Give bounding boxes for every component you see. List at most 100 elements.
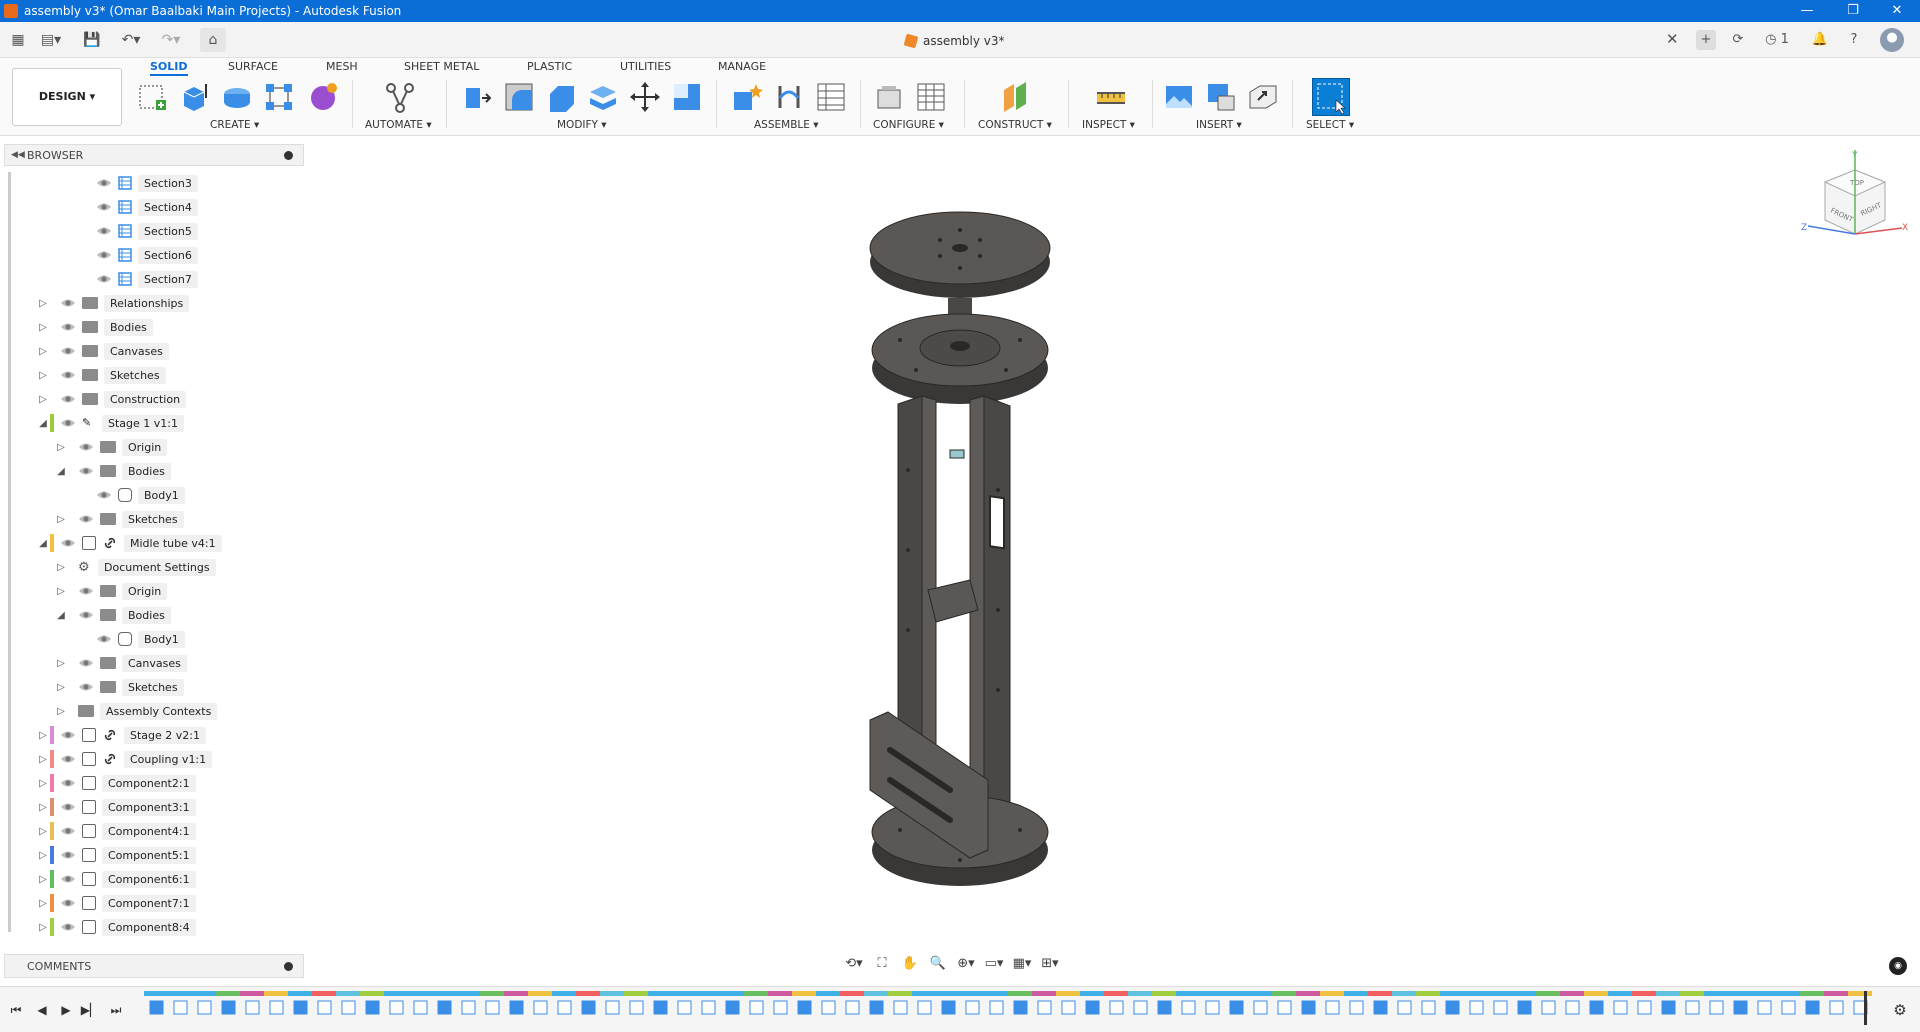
browser-node[interactable]: ▷ ⚙ Document Settings bbox=[54, 556, 216, 578]
extrude-icon[interactable] bbox=[178, 80, 212, 114]
user-avatar[interactable]: ● bbox=[1880, 28, 1904, 52]
timeline-feature-icon[interactable] bbox=[672, 991, 696, 1015]
visibility-eye-icon[interactable] bbox=[60, 897, 76, 909]
browser-node[interactable]: ▷ Component3:1 bbox=[36, 796, 196, 818]
timeline-feature-icon[interactable] bbox=[1032, 991, 1056, 1015]
create-form-icon[interactable] bbox=[306, 80, 340, 114]
home-icon[interactable]: ⌂ bbox=[200, 28, 226, 52]
browser-node[interactable]: ▷ Canvases bbox=[54, 652, 187, 674]
timeline-feature-icon[interactable] bbox=[1488, 991, 1512, 1015]
expand-arrow-icon[interactable]: ▷ bbox=[36, 370, 50, 381]
zoom-icon[interactable]: 🔍 bbox=[926, 954, 950, 974]
timeline-feature-icon[interactable] bbox=[1296, 991, 1320, 1015]
fit-icon[interactable]: ⊕▾ bbox=[954, 954, 978, 974]
timeline-feature-icon[interactable] bbox=[1752, 991, 1776, 1015]
expand-arrow-icon[interactable]: ▷ bbox=[36, 922, 50, 933]
timeline-feature-icon[interactable] bbox=[1464, 991, 1488, 1015]
viewcube-top-label[interactable]: TOP bbox=[1849, 179, 1864, 187]
undo-icon[interactable]: ↶▾ bbox=[116, 28, 146, 52]
select-tool-icon[interactable] bbox=[1312, 78, 1350, 116]
timeline-feature-icon[interactable] bbox=[432, 991, 456, 1015]
tab-mesh[interactable]: MESH bbox=[326, 58, 358, 76]
close-window-button[interactable]: ✕ bbox=[1874, 0, 1920, 22]
expand-arrow-icon[interactable]: ▷ bbox=[54, 586, 68, 597]
display-settings-icon[interactable]: ▭▾ bbox=[982, 954, 1006, 974]
timeline-feature-icon[interactable] bbox=[768, 991, 792, 1015]
timeline-feature-icon[interactable] bbox=[288, 991, 312, 1015]
browser-node[interactable]: Body1 bbox=[72, 628, 185, 650]
select-menu[interactable]: SELECT ▾ bbox=[1306, 119, 1354, 131]
help-icon[interactable]: ? bbox=[1844, 30, 1864, 50]
fillet-icon[interactable] bbox=[502, 80, 536, 114]
timeline-feature-icon[interactable] bbox=[1800, 991, 1824, 1015]
create-menu[interactable]: CREATE ▾ bbox=[210, 119, 259, 131]
timeline-feature-icon[interactable] bbox=[240, 991, 264, 1015]
automate-menu[interactable]: AUTOMATE ▾ bbox=[365, 119, 432, 131]
timeline-feature-icon[interactable] bbox=[1344, 991, 1368, 1015]
timeline-previous-icon[interactable]: ◀ bbox=[32, 1003, 52, 1017]
timeline-feature-icon[interactable] bbox=[1392, 991, 1416, 1015]
visibility-eye-icon[interactable] bbox=[60, 873, 76, 885]
timeline-feature-icon[interactable] bbox=[1368, 991, 1392, 1015]
timeline-marker[interactable] bbox=[1864, 991, 1867, 1025]
timeline-feature-icon[interactable] bbox=[336, 991, 360, 1015]
browser-node[interactable]: Section3 bbox=[72, 172, 198, 194]
look-at-icon[interactable]: ⛶ bbox=[870, 954, 894, 974]
visibility-eye-icon[interactable] bbox=[60, 729, 76, 741]
configuration-table-icon[interactable] bbox=[914, 80, 948, 114]
browser-node[interactable]: Section4 bbox=[72, 196, 198, 218]
timeline-feature-icon[interactable] bbox=[1416, 991, 1440, 1015]
shell-icon[interactable] bbox=[586, 80, 620, 114]
timeline-feature-icon[interactable] bbox=[1512, 991, 1536, 1015]
browser-node[interactable]: Section7 bbox=[72, 268, 198, 290]
expand-arrow-icon[interactable]: ▷ bbox=[36, 730, 50, 741]
chat-assistant-icon[interactable]: ◉ bbox=[1889, 957, 1907, 975]
browser-node[interactable]: ▷ Component2:1 bbox=[36, 772, 196, 794]
timeline-feature-icon[interactable] bbox=[1200, 991, 1224, 1015]
expand-arrow-icon[interactable]: ▷ bbox=[36, 898, 50, 909]
expand-arrow-icon[interactable]: ▷ bbox=[36, 754, 50, 765]
browser-node[interactable]: ◢ Bodies bbox=[54, 604, 171, 626]
timeline-feature-icon[interactable] bbox=[816, 991, 840, 1015]
timeline-feature-icon[interactable] bbox=[840, 991, 864, 1015]
browser-node[interactable]: ◢ Midle tube v4:1 bbox=[36, 532, 222, 554]
top-disk[interactable] bbox=[869, 211, 1051, 298]
model-viewport[interactable] bbox=[860, 190, 1060, 910]
browser-node[interactable]: ▷ Canvases bbox=[36, 340, 169, 362]
visibility-eye-icon[interactable] bbox=[60, 369, 76, 381]
timeline-feature-icon[interactable] bbox=[264, 991, 288, 1015]
expand-arrow-icon[interactable]: ▷ bbox=[36, 298, 50, 309]
visibility-eye-icon[interactable] bbox=[60, 777, 76, 789]
expand-arrow-icon[interactable]: ▷ bbox=[54, 682, 68, 693]
timeline-feature-icon[interactable] bbox=[936, 991, 960, 1015]
timeline-feature-icon[interactable] bbox=[1584, 991, 1608, 1015]
expand-arrow-icon[interactable]: ▷ bbox=[36, 394, 50, 405]
timeline-last-icon[interactable]: ⏭ bbox=[106, 1003, 126, 1018]
visibility-eye-icon[interactable] bbox=[60, 537, 76, 549]
timeline-feature-icon[interactable] bbox=[792, 991, 816, 1015]
timeline-feature-icon[interactable] bbox=[1272, 991, 1296, 1015]
inspect-menu[interactable]: INSPECT ▾ bbox=[1082, 119, 1135, 131]
browser-node[interactable]: ▷ Sketches bbox=[36, 364, 166, 386]
tab-sheet-metal[interactable]: SHEET METAL bbox=[404, 58, 479, 76]
workspace-design-button[interactable]: DESIGN ▾ bbox=[12, 68, 122, 126]
browser-node[interactable]: ▷ Component4:1 bbox=[36, 820, 196, 842]
expand-arrow-icon[interactable]: ◢ bbox=[36, 538, 50, 549]
browser-node[interactable]: Section6 bbox=[72, 244, 198, 266]
visibility-eye-icon[interactable] bbox=[96, 225, 112, 237]
expand-arrow-icon[interactable]: ▷ bbox=[36, 850, 50, 861]
visibility-eye-icon[interactable] bbox=[96, 633, 112, 645]
timeline-feature-icon[interactable] bbox=[720, 991, 744, 1015]
pan-icon[interactable]: ✋ bbox=[898, 954, 922, 974]
timeline-feature-icon[interactable] bbox=[1776, 991, 1800, 1015]
timeline-feature-icon[interactable] bbox=[1560, 991, 1584, 1015]
timeline-feature-icon[interactable] bbox=[984, 991, 1008, 1015]
modify-menu[interactable]: MODIFY ▾ bbox=[557, 119, 607, 131]
timeline-feature-icon[interactable] bbox=[1728, 991, 1752, 1015]
timeline-feature-icon[interactable] bbox=[1608, 991, 1632, 1015]
timeline-feature-icon[interactable] bbox=[624, 991, 648, 1015]
maximize-button[interactable]: ❐ bbox=[1830, 0, 1876, 22]
scale-icon[interactable] bbox=[670, 80, 704, 114]
viewports-icon[interactable]: ⊞▾ bbox=[1038, 954, 1062, 974]
timeline-feature-icon[interactable] bbox=[1704, 991, 1728, 1015]
